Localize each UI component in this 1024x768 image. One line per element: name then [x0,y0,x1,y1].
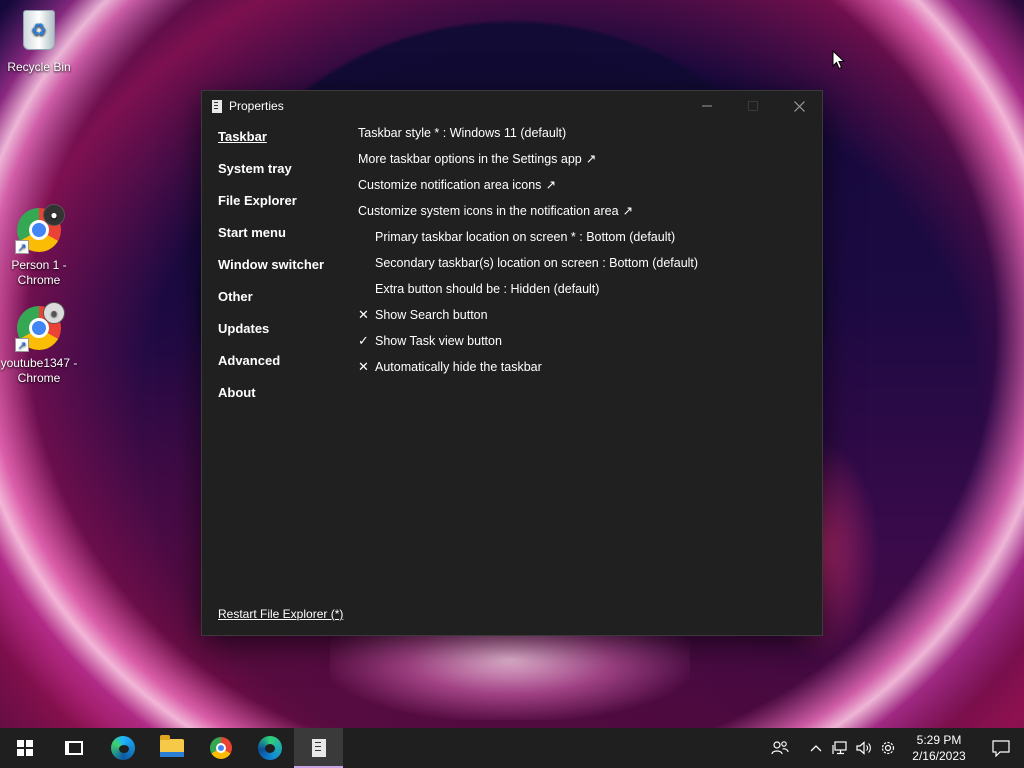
shortcut-arrow-icon: ↗ [15,338,29,352]
properties-app-icon [311,739,326,757]
nav-item-start-menu[interactable]: Start menu [218,225,358,257]
edge-beta-icon [257,736,282,760]
person-badge-icon: ● [43,204,65,226]
nav-item-window-switcher[interactable]: Window switcher [218,257,358,289]
desktop-icon-label: Recycle Bin [7,60,71,74]
volume-button[interactable] [852,728,876,768]
system-tray: 5:29 PM 2/16/2023 [768,728,1024,768]
setting-primary-taskbar-location[interactable]: Primary taskbar location on screen * : B… [358,229,818,255]
profile-badge-icon: ● [43,302,65,324]
setting-taskbar-style[interactable]: Taskbar style * : Windows 11 (default) [358,125,818,151]
network-button[interactable] [828,728,852,768]
toggle-show-task-view-button[interactable]: ✓ Show Task view button [358,333,818,359]
task-view-button[interactable] [49,728,98,768]
chrome-icon: ● ↗ [15,302,65,352]
show-hidden-icons-button[interactable] [804,728,828,768]
window-titlebar[interactable]: Properties [202,91,822,121]
minimize-button[interactable] [684,91,730,121]
maximize-button[interactable] [730,91,776,121]
nav-item-advanced[interactable]: Advanced [218,353,358,385]
taskbar-edge-beta-button[interactable] [245,728,294,768]
nav-item-taskbar[interactable]: Taskbar [218,129,358,161]
link-more-taskbar-options[interactable]: More taskbar options in the Settings app… [358,151,818,177]
desktop-icon-youtube-chrome[interactable]: ● ↗ youtube1347 - Chrome [0,302,78,386]
maximize-icon [748,101,758,111]
external-link-icon: ↗ [545,178,556,192]
minimize-icon [702,105,712,107]
taskbar: 5:29 PM 2/16/2023 [0,728,1024,768]
properties-window: Properties Taskbar System tray File Expl… [201,90,823,636]
chrome-icon [209,737,232,759]
desktop-icon-label: youtube1347 - Chrome [0,356,78,385]
task-view-icon [64,741,83,755]
link-customize-system-icons[interactable]: Customize system icons in the notificati… [358,203,818,229]
taskbar-properties-button[interactable] [294,728,343,768]
chrome-icon: ● ↗ [15,204,65,254]
check-mark-icon: ✓ [358,333,369,348]
close-icon [793,100,805,112]
folder-icon [159,735,184,757]
system-clock[interactable]: 5:29 PM 2/16/2023 [900,732,978,764]
desktop-icon-person1-chrome[interactable]: ● ↗ Person 1 - Chrome [0,204,78,288]
people-icon [771,741,789,755]
people-button[interactable] [768,728,792,768]
edge-icon [110,736,135,760]
gear-icon [881,741,895,755]
windows-logo-icon [16,740,33,756]
restart-file-explorer-link[interactable]: Restart File Explorer (*) [218,607,343,621]
taskbar-file-explorer-button[interactable] [147,728,196,768]
toggle-show-search-button[interactable]: ✕ Show Search button [358,307,818,333]
settings-content: Taskbar style * : Windows 11 (default) M… [358,125,818,385]
notification-center-button[interactable] [978,728,1024,768]
settings-tray-button[interactable] [876,728,900,768]
external-link-icon: ↗ [585,152,597,166]
setting-secondary-taskbar-location[interactable]: Secondary taskbar(s) location on screen … [358,255,818,281]
nav-item-system-tray[interactable]: System tray [218,161,358,193]
taskbar-edge-button[interactable] [98,728,147,768]
desktop-icon-label: Person 1 - Chrome [11,258,67,287]
window-controls [684,91,822,121]
cross-mark-icon: ✕ [358,307,369,322]
network-icon [832,741,847,755]
speaker-icon [856,741,871,755]
cross-mark-icon: ✕ [358,359,369,374]
desktop-icon-recycle-bin[interactable]: ♻ Recycle Bin [0,8,78,75]
setting-extra-button[interactable]: Extra button should be : Hidden (default… [358,281,818,307]
clock-date: 2/16/2023 [912,749,966,763]
shortcut-arrow-icon: ↗ [15,240,29,254]
nav-item-file-explorer[interactable]: File Explorer [218,193,358,225]
settings-nav: Taskbar System tray File Explorer Start … [218,129,358,417]
recycle-bin-icon: ♻ [15,8,63,56]
taskbar-chrome-button[interactable] [196,728,245,768]
external-link-icon: ↗ [622,204,634,218]
properties-app-icon [212,99,222,113]
clock-time: 5:29 PM [916,733,962,747]
toggle-auto-hide-taskbar[interactable]: ✕ Automatically hide the taskbar [358,359,818,385]
nav-item-about[interactable]: About [218,385,358,417]
chevron-up-icon [810,745,822,752]
notification-icon [992,739,1010,757]
link-customize-notification-icons[interactable]: Customize notification area icons ↗ [358,177,818,203]
window-title: Properties [229,99,284,113]
nav-item-updates[interactable]: Updates [218,321,358,353]
close-button[interactable] [776,91,822,121]
nav-item-other[interactable]: Other [218,289,358,321]
start-button[interactable] [0,728,49,768]
